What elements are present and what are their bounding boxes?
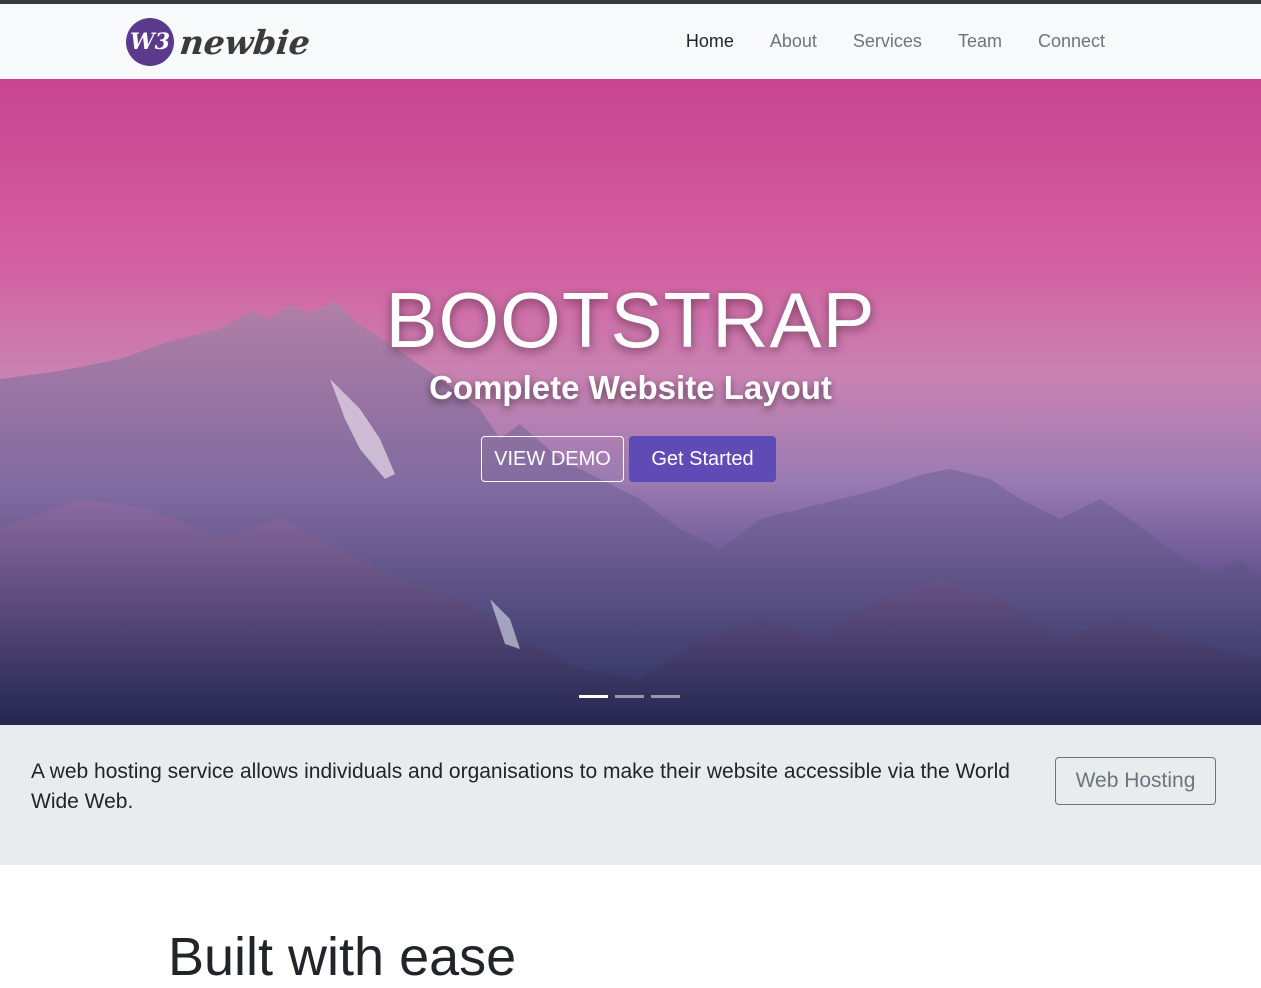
get-started-button[interactable]: Get Started: [629, 436, 776, 482]
nav-item-connect[interactable]: Connect: [1038, 31, 1105, 52]
logo-mark-icon: W3: [126, 18, 174, 66]
logo-mark-text: W3: [129, 29, 170, 55]
nav-item-services[interactable]: Services: [853, 31, 922, 52]
carousel-indicator-1[interactable]: [579, 695, 608, 698]
hero-subtitle: Complete Website Layout: [429, 369, 832, 406]
section-heading: Built with ease: [168, 927, 517, 987]
nav-item-team[interactable]: Team: [958, 31, 1002, 52]
view-demo-button[interactable]: VIEW DEMO: [481, 436, 624, 482]
hero-carousel: BOOTSTRAP Complete Website Layout VIEW D…: [0, 79, 1261, 725]
nav-item-home[interactable]: Home: [686, 31, 734, 52]
hero-title: BOOTSTRAP: [385, 276, 876, 364]
jumbotron: A web hosting service allows individuals…: [0, 725, 1261, 865]
nav-item-about[interactable]: About: [770, 31, 817, 52]
carousel-indicator-2[interactable]: [615, 695, 644, 698]
brand-logo[interactable]: W3 newbie: [126, 17, 313, 67]
web-hosting-button[interactable]: Web Hosting: [1055, 757, 1216, 805]
carousel-indicators: [579, 695, 680, 698]
navbar: W3 newbie Home About Services Team Conne…: [0, 4, 1261, 80]
nav-menu: Home About Services Team Connect: [650, 4, 1105, 79]
carousel-indicator-3[interactable]: [651, 695, 680, 698]
jumbotron-text: A web hosting service allows individuals…: [31, 760, 1010, 813]
hero-button-group: VIEW DEMO Get Started: [481, 436, 776, 482]
brand-name: newbie: [177, 22, 313, 62]
